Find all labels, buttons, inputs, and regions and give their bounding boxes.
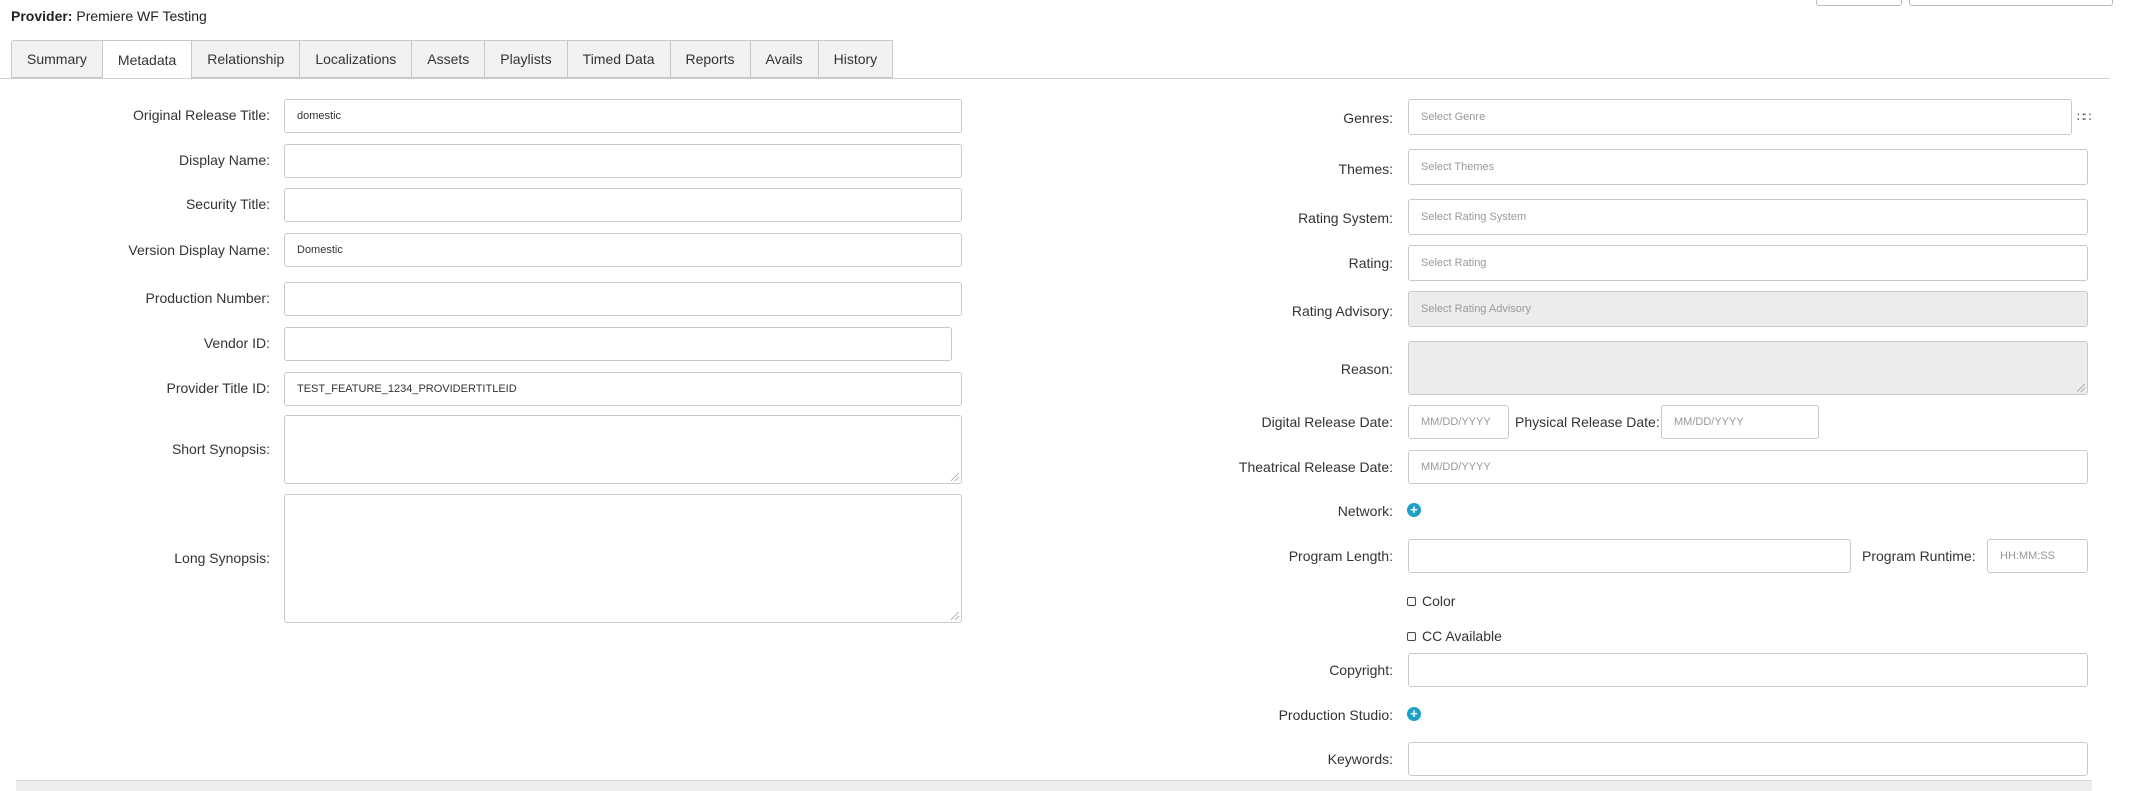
rating-system-label: Rating System: [1298,210,1393,226]
theatrical-release-date-placeholder: MM/DD/YYYY [1421,461,1491,473]
rating-advisory-select[interactable]: Select Rating Advisory [1408,291,2088,327]
themes-select[interactable]: Select Themes [1408,149,2088,185]
top-action-button[interactable] [1816,0,1902,6]
physical-release-date-placeholder: MM/DD/YYYY [1674,416,1744,428]
rating-placeholder: Select Rating [1421,257,1487,269]
physical-release-date-label: Physical Release Date: [1515,414,1660,430]
tab-summary[interactable]: Summary [11,40,103,78]
theatrical-release-date-label: Theatrical Release Date: [1238,459,1393,475]
version-display-name-label: Version Display Name: [128,242,270,258]
top-action-input[interactable] [1909,0,2113,6]
program-runtime-placeholder: HH:MM:SS [2000,550,2055,562]
display-name-label: Display Name: [178,152,270,168]
provider-line: Provider: Premiere WF Testing [11,8,207,24]
keywords-label: Keywords: [1327,751,1393,767]
tab-history[interactable]: History [818,40,894,78]
display-name-input[interactable] [284,144,962,178]
add-network-plus-icon[interactable]: + [1407,503,1421,517]
themes-placeholder: Select Themes [1421,161,1495,173]
tab-localizations[interactable]: Localizations [300,40,413,78]
cc-available-checkbox[interactable] [1407,632,1416,641]
production-studio-label: Production Studio: [1278,707,1393,723]
rating-system-select[interactable]: Select Rating System [1408,199,2088,235]
resize-handle-icon[interactable] [951,612,959,620]
digital-release-date-label: Digital Release Date: [1261,414,1393,430]
security-title-input[interactable] [284,188,962,222]
themes-label: Themes: [1338,161,1393,177]
long-synopsis-textarea[interactable] [284,494,962,623]
vendor-id-input[interactable] [284,327,952,361]
original-release-title-label: Original Release Title: [133,107,270,123]
reason-label: Reason: [1340,361,1393,377]
color-label: Color [1422,593,1456,609]
version-display-name-input[interactable]: Domestic [284,233,962,267]
short-synopsis-textarea[interactable] [284,415,962,484]
program-runtime-label: Program Runtime: [1862,548,1976,564]
production-number-input[interactable] [284,282,962,316]
vendor-id-label: Vendor ID: [203,335,270,351]
tab-reports[interactable]: Reports [670,40,751,78]
copyright-label: Copyright: [1329,662,1393,678]
provider-title-id-label: Provider Title ID: [166,380,270,396]
genres-select[interactable]: Select Genre [1408,99,2072,135]
rating-advisory-label: Rating Advisory: [1291,303,1393,319]
physical-release-date-input[interactable]: MM/DD/YYYY [1661,405,1819,439]
tab-avails[interactable]: Avails [750,40,819,78]
original-release-title-input[interactable]: domestic [284,99,962,133]
genres-placeholder: Select Genre [1421,111,1486,123]
add-production-studio-plus-icon[interactable]: + [1407,707,1421,721]
long-synopsis-label: Long Synopsis: [174,550,270,566]
tab-metadata[interactable]: Metadata [102,40,193,80]
tab-timed-data[interactable]: Timed Data [567,40,671,78]
production-number-label: Production Number: [145,290,270,306]
program-length-input[interactable] [1408,539,1851,573]
tab-relationship[interactable]: Relationship [192,40,301,78]
keywords-input[interactable] [1408,742,2088,776]
resize-handle-icon[interactable] [951,473,959,481]
security-title-label: Security Title: [185,196,270,212]
rating-advisory-placeholder: Select Rating Advisory [1421,303,1532,315]
short-synopsis-label: Short Synopsis: [171,441,270,457]
resize-handle-icon[interactable] [2077,384,2085,392]
program-runtime-input[interactable]: HH:MM:SS [1987,539,2088,573]
program-length-label: Program Length: [1288,548,1393,564]
footer-strip [16,780,2092,791]
tab-playlists[interactable]: Playlists [485,40,568,78]
tab-divider [0,78,2110,79]
reason-textarea[interactable] [1408,341,2088,395]
genres-label: Genres: [1343,110,1393,126]
genres-picker-grid-icon[interactable]: ∷∷ [2077,110,2091,124]
tab-bar: Summary Metadata Relationship Localizati… [11,40,894,80]
rating-select[interactable]: Select Rating [1408,245,2088,281]
cc-available-label: CC Available [1422,628,1502,644]
rating-system-placeholder: Select Rating System [1421,211,1527,223]
provider-name: Premiere WF Testing [76,8,207,24]
digital-release-date-input[interactable]: MM/DD/YYYY [1408,405,1509,439]
provider-label: Provider: [11,8,73,24]
digital-release-date-placeholder: MM/DD/YYYY [1421,416,1491,428]
provider-title-id-input[interactable]: TEST_FEATURE_1234_PROVIDERTITLEID [284,372,962,406]
copyright-input[interactable] [1408,653,2088,687]
tab-assets[interactable]: Assets [412,40,486,78]
color-checkbox[interactable] [1407,597,1416,606]
theatrical-release-date-input[interactable]: MM/DD/YYYY [1408,450,2088,484]
rating-label: Rating: [1348,255,1393,271]
network-label: Network: [1337,503,1393,519]
